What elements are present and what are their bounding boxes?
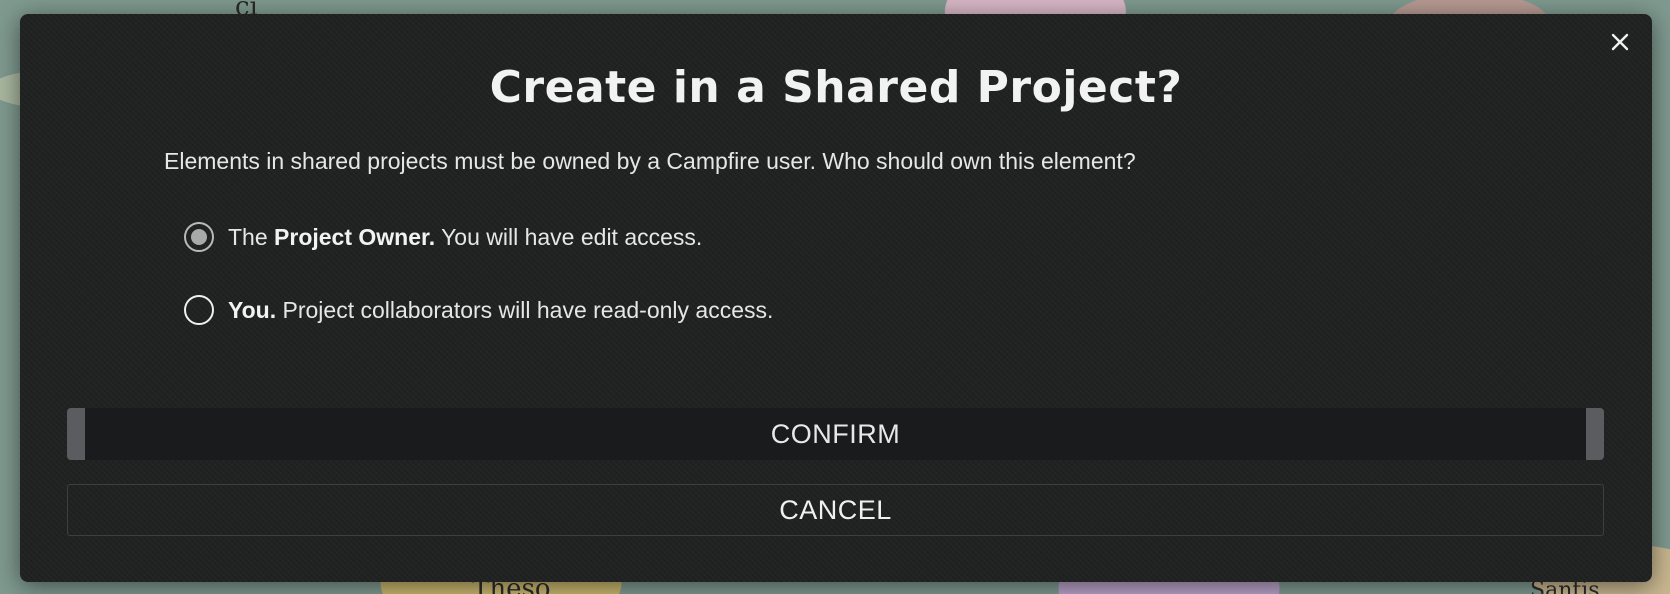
dialog-description: Elements in shared projects must be owne…: [164, 148, 1136, 174]
dialog-title: Create in a Shared Project?: [489, 62, 1183, 113]
close-button[interactable]: [1606, 28, 1634, 56]
shared-project-dialog: Create in a Shared Project? Elements in …: [20, 14, 1652, 582]
cancel-button[interactable]: CANCEL: [67, 484, 1604, 536]
radio-button-unchecked[interactable]: [184, 295, 214, 325]
confirm-button[interactable]: CONFIRM: [67, 408, 1604, 460]
option-label: You. Project collaborators will have rea…: [228, 296, 774, 323]
owner-option-you[interactable]: You. Project collaborators will have rea…: [184, 295, 773, 325]
owner-option-project-owner[interactable]: The Project Owner. You will have edit ac…: [184, 222, 702, 252]
close-icon: [1611, 33, 1629, 51]
option-label: The Project Owner. You will have edit ac…: [228, 223, 703, 250]
radio-button-checked[interactable]: [184, 222, 214, 252]
